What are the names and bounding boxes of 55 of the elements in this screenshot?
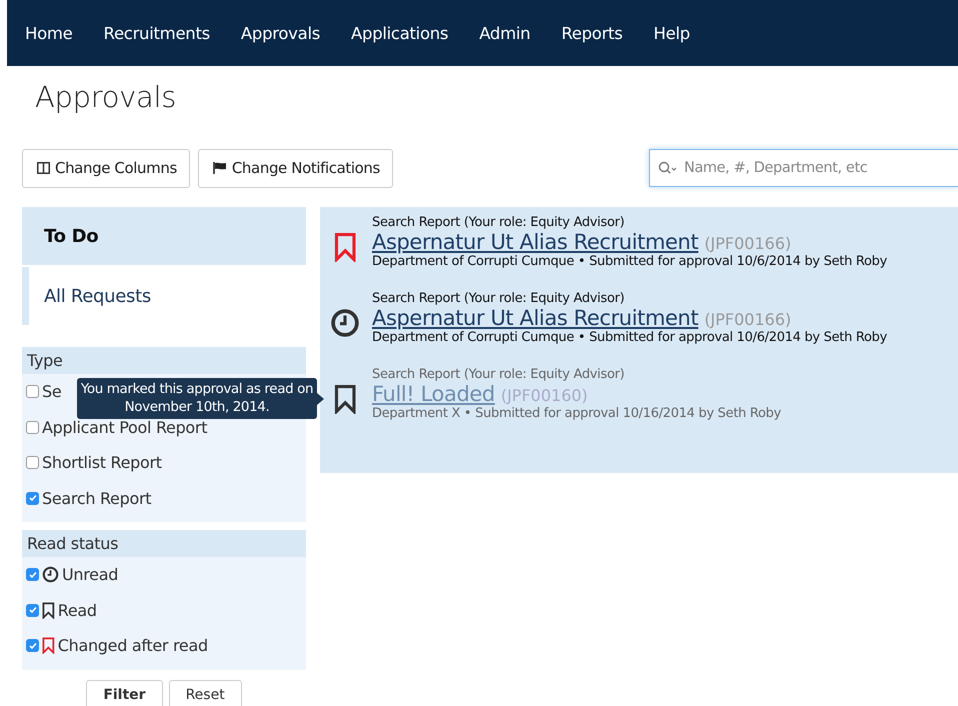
bookmark-icon xyxy=(42,637,55,654)
checkbox[interactable] xyxy=(26,568,39,582)
clock-icon xyxy=(330,308,360,338)
checkbox[interactable] xyxy=(26,492,39,505)
filter-button[interactable]: Filter xyxy=(86,680,163,706)
toolbar-button[interactable]: Change Notifications xyxy=(198,148,393,188)
option-label: Unread xyxy=(62,565,118,584)
nav-link[interactable]: Help xyxy=(654,24,690,42)
approval-link[interactable]: Aspernatur Ut Alias Recruitment xyxy=(372,306,698,330)
nav-link[interactable]: Reports xyxy=(561,24,623,42)
bookmark-icon xyxy=(334,232,356,262)
checkbox[interactable] xyxy=(26,639,39,652)
option-label: Changed after read xyxy=(58,636,208,656)
page-title: Approvals xyxy=(35,80,178,114)
report-type: Search Report (Your role: Equity Advisor) xyxy=(372,215,626,230)
option-label: Se xyxy=(42,382,62,402)
bookmark-icon xyxy=(334,384,356,414)
view-tab[interactable]: To Do xyxy=(22,207,306,265)
nav-link[interactable]: Home xyxy=(25,24,73,42)
approval-code: (JPF00166) xyxy=(704,234,792,253)
approval-code: (JPF00166) xyxy=(704,310,792,329)
check-icon xyxy=(28,605,38,616)
checkbox[interactable] xyxy=(26,385,39,398)
approval-details: Department X • Submitted for approval 10/16/2014 by Seth Roby xyxy=(372,406,782,421)
option-label: Shortlist Report xyxy=(42,453,162,472)
nav-link[interactable]: Admin xyxy=(479,24,530,42)
approval-details: Department of Corrupti Cumque • Submitted for approval 10/6/2014 by Seth Roby xyxy=(372,330,888,345)
approval-code: (JPF00160) xyxy=(500,386,588,405)
approval-link[interactable]: Aspernatur Ut Alias Recruitment xyxy=(372,230,698,254)
filter-heading: Read status xyxy=(22,530,306,557)
check-icon xyxy=(28,640,38,651)
checkbox[interactable] xyxy=(26,604,39,617)
nav-link[interactable]: Applications xyxy=(351,24,448,42)
tooltip-pointer-icon xyxy=(317,392,324,405)
clock-icon xyxy=(42,566,59,584)
filter-button[interactable]: Reset xyxy=(168,680,242,706)
bookmark-icon xyxy=(42,602,55,619)
flag-icon xyxy=(212,162,227,174)
option-label: Applicant Pool Report xyxy=(42,418,208,437)
nav-link[interactable]: Approvals xyxy=(240,24,320,42)
option-label: Search Report xyxy=(42,488,152,508)
search-field[interactable]: Name, #, Department, etc xyxy=(649,149,958,187)
tooltip: You marked this approval as read on November 10th, 2014. xyxy=(77,378,317,420)
report-type: Search Report (Your role: Equity Advisor) xyxy=(372,367,626,382)
report-type: Search Report (Your role: Equity Advisor) xyxy=(372,291,626,306)
columns-icon xyxy=(37,162,50,174)
toolbar-button[interactable]: Change Columns xyxy=(22,148,190,188)
approval-details: Department of Corrupti Cumque • Submitted for approval 10/6/2014 by Seth Roby xyxy=(372,254,888,269)
check-icon xyxy=(28,493,38,504)
option-label: Read xyxy=(58,600,97,620)
nav-link[interactable]: Recruitments xyxy=(104,24,210,42)
checkbox[interactable] xyxy=(26,420,39,434)
checkbox[interactable] xyxy=(26,456,39,470)
filter-heading: Type xyxy=(22,347,306,374)
check-icon xyxy=(28,570,38,580)
